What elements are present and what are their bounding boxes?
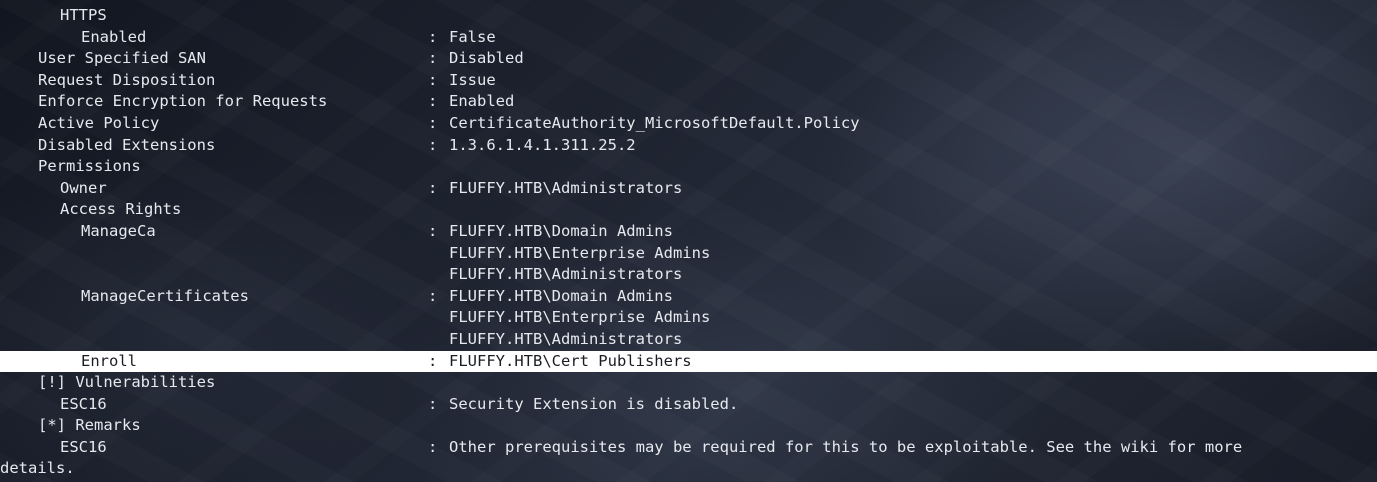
output-line-remarks: [*] Remarks: [0, 415, 1377, 437]
line-value: FLUFFY.HTB\Administrators: [449, 178, 683, 197]
line-separator: :: [428, 286, 438, 305]
line-separator: :: [428, 135, 438, 154]
output-line-user-specified-san: User Specified SAN : Disabled: [0, 48, 1377, 70]
output-line-esc16-vuln: ESC16 : Security Extension is disabled.: [0, 394, 1377, 416]
line-key: ESC16: [60, 437, 107, 456]
line-key: User Specified SAN: [38, 49, 206, 68]
line-key: Enroll: [81, 351, 137, 370]
output-line-manageca-cont-1: FLUFFY.HTB\Enterprise Admins: [0, 243, 1377, 265]
line-value: Enabled: [449, 92, 515, 111]
output-line-managecertificates: ManageCertificates : FLUFFY.HTB\Domain A…: [0, 286, 1377, 308]
line-key: Permissions: [38, 157, 141, 176]
output-line-esc16-remark: ESC16 : Other prerequisites may be requi…: [0, 437, 1377, 459]
line-separator: :: [428, 70, 438, 89]
line-key: Enabled: [81, 27, 147, 46]
output-line-manageca: ManageCa : FLUFFY.HTB\Domain Admins: [0, 221, 1377, 243]
line-value: FLUFFY.HTB\Domain Admins: [449, 221, 673, 240]
line-key: [!] Vulnerabilities: [38, 373, 216, 392]
line-key: Owner: [60, 178, 107, 197]
line-key: ESC16: [60, 394, 107, 413]
line-value: Disabled: [449, 49, 524, 68]
output-line-managecertificates-cont-1: FLUFFY.HTB\Enterprise Admins: [0, 307, 1377, 329]
line-value: FLUFFY.HTB\Enterprise Admins: [449, 243, 711, 262]
terminal-window[interactable]: HTTPS Enabled : False User Specified SAN…: [0, 0, 1377, 482]
line-key: HTTPS: [60, 6, 107, 24]
line-value: FLUFFY.HTB\Domain Admins: [449, 286, 673, 305]
line-value: Security Extension is disabled.: [449, 394, 739, 413]
line-key: Disabled Extensions: [38, 135, 216, 154]
terminal-output: HTTPS Enabled : False User Specified SAN…: [0, 5, 1377, 480]
line-separator: :: [428, 351, 438, 370]
line-key: Request Disposition: [38, 70, 216, 89]
output-line-https: HTTPS: [0, 5, 1377, 27]
line-separator: :: [428, 178, 438, 197]
line-key: Active Policy: [38, 113, 160, 132]
line-value: False: [449, 27, 496, 46]
output-line-enroll-selected[interactable]: Enroll : FLUFFY.HTB\Cert Publishers: [0, 350, 1377, 373]
line-value: Issue: [449, 70, 496, 89]
output-line-disabled-extensions: Disabled Extensions : 1.3.6.1.4.1.311.25…: [0, 135, 1377, 157]
line-value: FLUFFY.HTB\Cert Publishers: [449, 351, 692, 370]
line-key: ManageCertificates: [81, 286, 249, 305]
line-separator: :: [428, 113, 438, 132]
line-separator: :: [428, 221, 438, 240]
output-line-permissions: Permissions: [0, 156, 1377, 178]
line-value: 1.3.6.1.4.1.311.25.2: [449, 135, 636, 154]
line-key: details.: [0, 459, 75, 478]
line-key: ManageCa: [81, 221, 156, 240]
line-separator: :: [428, 92, 438, 111]
line-separator: :: [428, 394, 438, 413]
output-line-active-policy: Active Policy : CertificateAuthority_Mic…: [0, 113, 1377, 135]
line-key: [*] Remarks: [38, 416, 141, 435]
line-key: Enforce Encryption for Requests: [38, 92, 328, 111]
output-line-managecertificates-cont-2: FLUFFY.HTB\Administrators: [0, 329, 1377, 351]
line-value: CertificateAuthority_MicrosoftDefault.Po…: [449, 113, 860, 132]
line-key: Access Rights: [60, 200, 182, 219]
line-separator: :: [428, 437, 438, 456]
output-line-manageca-cont-2: FLUFFY.HTB\Administrators: [0, 264, 1377, 286]
output-line-owner: Owner : FLUFFY.HTB\Administrators: [0, 178, 1377, 200]
line-separator: :: [428, 49, 438, 68]
line-value: FLUFFY.HTB\Administrators: [449, 265, 683, 284]
line-value: Other prerequisites may be required for …: [449, 437, 1243, 456]
line-value: FLUFFY.HTB\Administrators: [449, 329, 683, 348]
output-line-wrapped-details: details.: [0, 458, 1377, 480]
line-value: FLUFFY.HTB\Enterprise Admins: [449, 308, 711, 327]
output-line-request-disposition: Request Disposition : Issue: [0, 70, 1377, 92]
line-separator: :: [428, 27, 438, 46]
output-line-access-rights: Access Rights: [0, 199, 1377, 221]
output-line-enforce-encryption: Enforce Encryption for Requests : Enable…: [0, 91, 1377, 113]
output-line-enabled: Enabled : False: [0, 27, 1377, 49]
output-line-vulnerabilities: [!] Vulnerabilities: [0, 372, 1377, 394]
